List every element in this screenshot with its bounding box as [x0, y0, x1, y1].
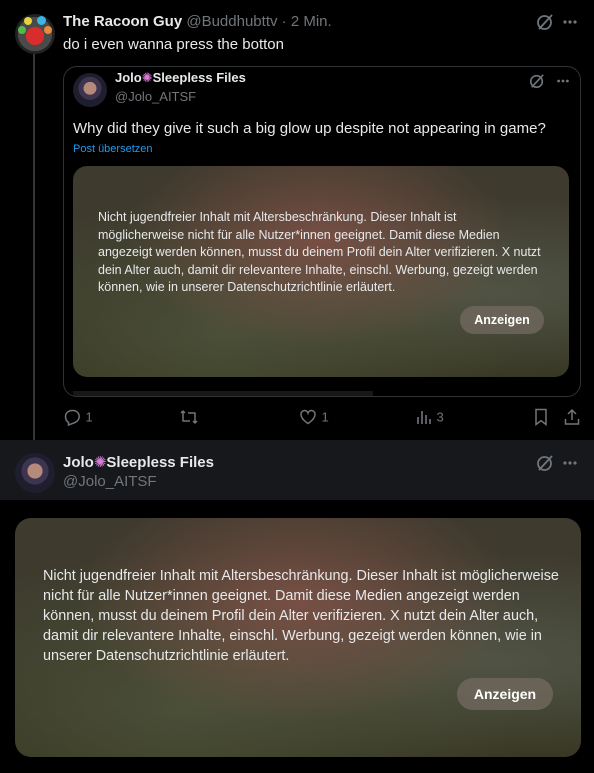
action-bar: 1 1 3 — [63, 408, 583, 430]
thread-line — [33, 54, 35, 440]
avatar[interactable] — [15, 453, 55, 493]
show-media-button[interactable]: Anzeigen — [460, 306, 544, 334]
gear-icon: ✺ — [93, 454, 107, 471]
top-post[interactable]: The Racoon Guy @Buddhubttv · 2 Min. do i… — [0, 0, 594, 440]
gear-icon: ✺ — [141, 70, 153, 85]
second-post[interactable]: Jolo✺Sleepless Files @Jolo_AITSF Nicht j… — [0, 440, 594, 773]
grok-icon[interactable] — [536, 454, 554, 472]
quoted-post[interactable]: Jolo✺Sleepless Files @Jolo_AITSF Why did… — [63, 66, 581, 397]
quote-author-handle[interactable]: @Jolo_AITSF — [115, 89, 196, 104]
author-handle[interactable]: @Buddhubttv — [186, 13, 277, 30]
sensitive-warning-text: Nicht jugendfreier Inhalt mit Altersbesc… — [98, 210, 541, 295]
timestamp-fade — [73, 391, 373, 396]
author-name[interactable]: The Racoon Guy — [63, 13, 182, 30]
grok-icon[interactable] — [529, 73, 545, 89]
avatar[interactable] — [73, 73, 107, 107]
sensitive-media-card[interactable]: Nicht jugendfreier Inhalt mit Altersbesc… — [73, 166, 569, 377]
avatar[interactable] — [15, 14, 55, 54]
post-time[interactable]: · 2 Min. — [282, 13, 332, 30]
like-icon — [299, 408, 317, 426]
second-author-name[interactable]: Jolo✺Sleepless Files — [63, 454, 214, 471]
more-icon[interactable] — [562, 19, 578, 25]
views-icon — [416, 409, 432, 425]
repost-icon[interactable] — [179, 408, 199, 426]
quote-text: Why did they give it such a big glow up … — [73, 120, 546, 137]
bookmark-icon[interactable] — [533, 408, 549, 426]
reply-icon — [63, 408, 81, 426]
grok-icon[interactable] — [536, 13, 554, 31]
share-icon[interactable] — [563, 408, 581, 426]
second-author-handle[interactable]: @Jolo_AITSF — [63, 473, 157, 490]
show-media-button[interactable]: Anzeigen — [457, 678, 553, 710]
more-icon[interactable] — [562, 460, 578, 466]
sensitive-warning-text: Nicht jugendfreier Inhalt mit Altersbesc… — [43, 568, 559, 664]
sensitive-media-card[interactable]: Nicht jugendfreier Inhalt mit Altersbesc… — [15, 518, 581, 757]
post-text: do i even wanna press the botton — [63, 36, 284, 53]
more-icon[interactable] — [556, 78, 570, 84]
translate-link[interactable]: Post übersetzen — [73, 143, 153, 155]
like-button[interactable]: 1 — [299, 408, 329, 426]
views-button[interactable]: 3 — [416, 408, 444, 426]
quote-author-name[interactable]: Jolo✺Sleepless Files — [115, 70, 246, 85]
reply-button[interactable]: 1 — [63, 408, 93, 428]
